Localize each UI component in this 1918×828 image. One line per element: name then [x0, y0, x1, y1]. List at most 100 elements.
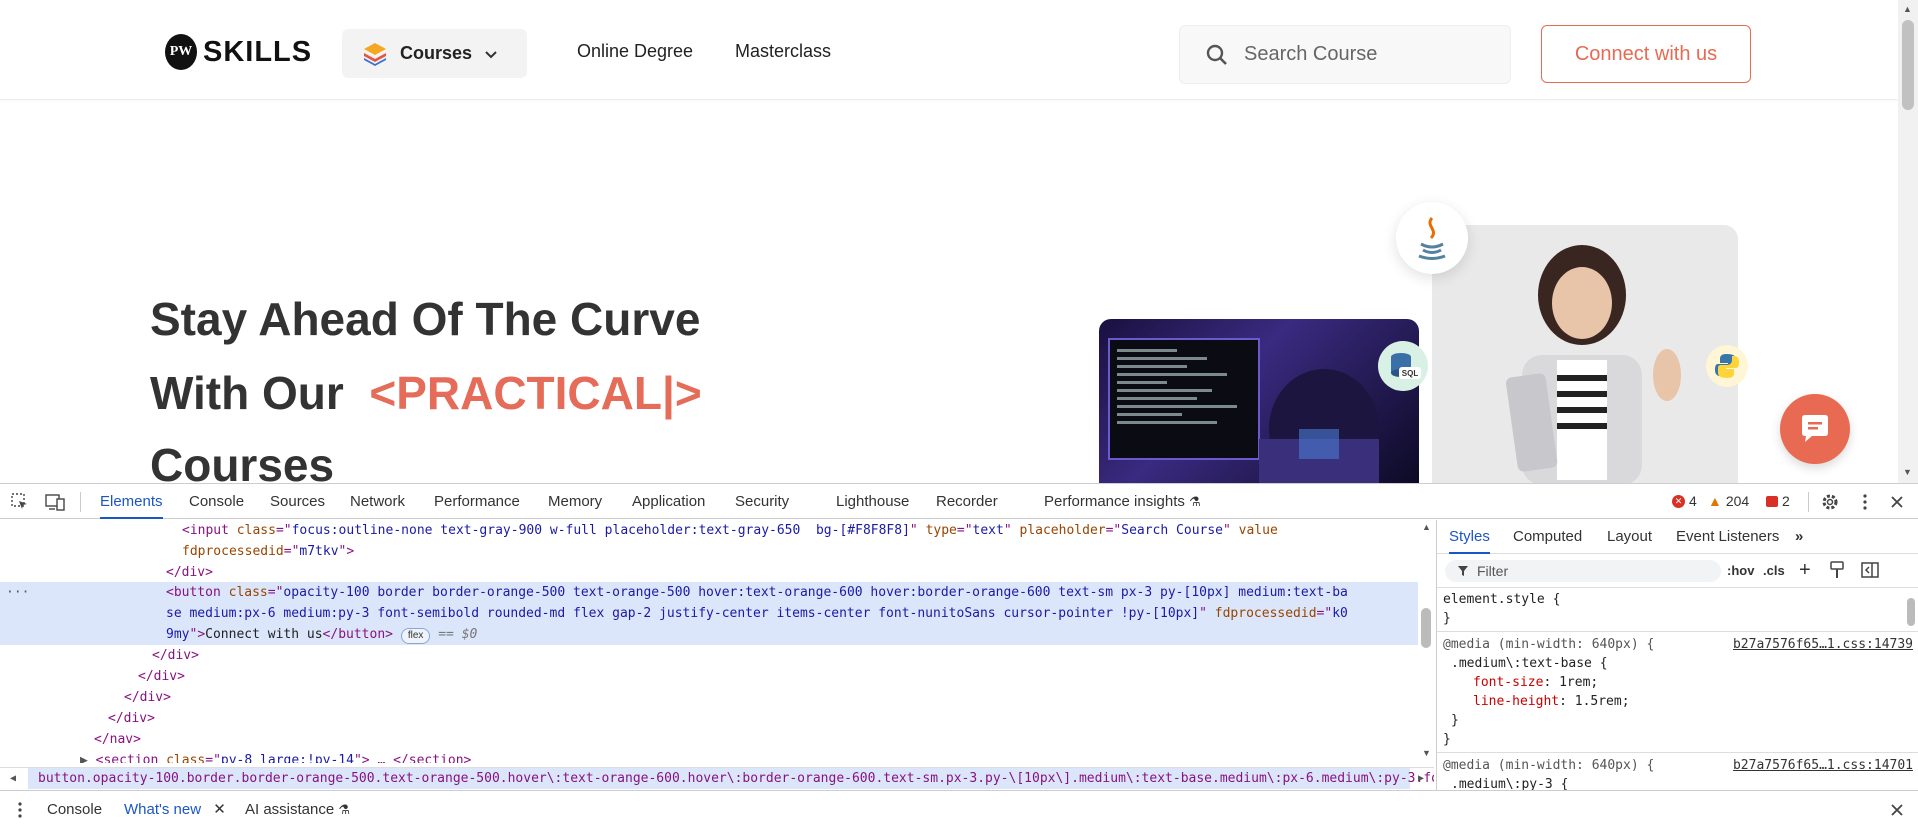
drawer-tab-whats-new[interactable]: What's new ✕	[124, 791, 226, 828]
drawer-tab-ai-assistance[interactable]: AI assistance ⚗	[245, 791, 350, 828]
settings-gear-icon[interactable]	[1820, 492, 1840, 512]
dom-scroll-down-icon[interactable]: ▼	[1422, 748, 1431, 758]
tab-event-listeners[interactable]: Event Listeners	[1676, 520, 1779, 554]
cls-toggle[interactable]: .cls	[1763, 563, 1785, 578]
breadcrumb-right-arrow-icon[interactable]: ▶	[1418, 768, 1424, 789]
flex-badge[interactable]: flex	[400, 628, 431, 644]
tab-recorder[interactable]: Recorder	[936, 484, 998, 519]
dom-line-button-text[interactable]: 9my">Connect with us</button> flex == $0	[166, 624, 1418, 645]
tab-elements[interactable]: Elements	[100, 484, 163, 519]
chevron-down-icon	[485, 50, 497, 58]
dom-line-close-div-1[interactable]: </div>	[166, 562, 1418, 583]
java-logo-icon	[1396, 202, 1468, 274]
styles-scrollbar[interactable]	[1904, 588, 1918, 790]
dom-button-class-1: opacity-100 border border-orange-500 tex…	[283, 585, 1348, 600]
close-drawer-icon[interactable]	[1887, 800, 1907, 820]
coding-monitor-image	[1099, 319, 1419, 483]
dom-input-class: focus:outline-none text-gray-900 w-full …	[291, 523, 910, 538]
toggle-sidebar-icon[interactable]	[1861, 561, 1879, 584]
dom-line-section[interactable]: ▶ <section class="py-8 large:!py-14"> … …	[80, 750, 1418, 763]
hero-line-1: Stay Ahead Of The Curve	[150, 293, 701, 345]
more-options-icon[interactable]	[1855, 492, 1875, 512]
dom-line-close-div-5[interactable]: </div>	[108, 708, 1418, 729]
breadcrumb-left-arrow-icon[interactable]: ◀	[10, 768, 16, 789]
source-link-1[interactable]: b27a7576f65…1.css:14739	[1733, 635, 1913, 654]
dom-line-input[interactable]: <input class="focus:outline-none text-gr…	[182, 520, 1418, 541]
filter-funnel-icon	[1458, 566, 1468, 576]
logo-text: SKILLS	[203, 35, 313, 68]
flask-icon: ⚗	[1189, 494, 1201, 509]
dollar-zero-label: == $0	[438, 627, 478, 642]
dom-line-close-div-4[interactable]: </div>	[124, 687, 1418, 708]
drawer-menu-icon[interactable]	[10, 800, 30, 820]
tab-memory[interactable]: Memory	[548, 484, 602, 519]
scroll-up-arrow-icon[interactable]: ▲	[1903, 4, 1912, 14]
warning-counter[interactable]: ▲ 204	[1708, 493, 1749, 509]
tab-sources[interactable]: Sources	[270, 484, 325, 519]
nav-masterclass[interactable]: Masterclass	[735, 41, 831, 62]
selector-py-3[interactable]: .medium\:py-3 {	[1443, 775, 1913, 790]
courses-dropdown-button[interactable]: Courses	[342, 29, 527, 78]
selector-text-base[interactable]: .medium\:text-base {	[1443, 654, 1913, 673]
more-tabs-chevron-icon[interactable]: »	[1795, 520, 1803, 554]
nav-online-degree[interactable]: Online Degree	[577, 41, 693, 62]
media-close-1: }	[1443, 732, 1451, 747]
woman-with-laptop-image	[1432, 225, 1738, 483]
dom-line-close-div-2[interactable]: </div>	[152, 645, 1418, 666]
page-scrollbar-thumb[interactable]	[1902, 20, 1914, 110]
dom-line-close-div-3[interactable]: </div>	[138, 666, 1418, 687]
drawer-tab-console[interactable]: Console	[47, 791, 102, 828]
tab-network[interactable]: Network	[350, 484, 405, 519]
warning-icon: ▲	[1708, 493, 1722, 509]
drawer-tab-ai-assistance-label: AI assistance	[245, 801, 335, 818]
dom-button-fdid-2: 9my	[166, 627, 190, 642]
prop-font-size[interactable]: font-size: 1rem;	[1443, 673, 1913, 692]
styles-filter-bar: Filter :hov .cls +	[1437, 554, 1918, 588]
search-box[interactable]	[1179, 25, 1511, 84]
tab-performance-insights[interactable]: Performance insights ⚗	[1044, 484, 1201, 519]
dom-line-close-nav[interactable]: </nav>	[94, 729, 1418, 750]
inspect-element-icon[interactable]	[10, 492, 30, 512]
tab-styles[interactable]: Styles	[1449, 520, 1490, 554]
hero-line-3: Courses	[150, 439, 335, 483]
dom-line-button-class-cont[interactable]: se medium:px-6 medium:py-3 font-semibold…	[166, 603, 1418, 624]
tab-performance[interactable]: Performance	[434, 484, 520, 519]
dom-line-input-fdid[interactable]: fdprocessedid="m7tkv">	[182, 541, 1418, 562]
styles-filter-input[interactable]: Filter	[1445, 560, 1721, 582]
styles-sidebar: Styles Computed Layout Event Listeners »…	[1436, 520, 1918, 790]
tab-layout[interactable]: Layout	[1607, 520, 1652, 554]
add-style-rule-icon[interactable]: +	[1799, 559, 1811, 582]
site-logo[interactable]: PW SKILLS	[165, 34, 312, 70]
hov-toggle[interactable]: :hov	[1727, 563, 1754, 578]
tab-lighthouse[interactable]: Lighthouse	[836, 484, 909, 519]
close-devtools-icon[interactable]	[1887, 492, 1907, 512]
breadcrumb-selector[interactable]: button.opacity-100.border.border-orange-…	[38, 771, 1434, 786]
webpage-viewport: PW SKILLS Courses Online Degree Mastercl…	[0, 0, 1918, 483]
page-scrollbar[interactable]: ▲ ▼	[1898, 0, 1918, 483]
tab-computed[interactable]: Computed	[1513, 520, 1582, 554]
issues-icon	[1766, 495, 1778, 507]
paint-brush-icon[interactable]	[1829, 561, 1845, 584]
connect-with-us-button[interactable]: Connect with us	[1541, 25, 1751, 83]
search-course-input[interactable]	[1244, 43, 1484, 66]
prop-line-height[interactable]: line-height: 1.5rem;	[1443, 692, 1913, 711]
element-breadcrumb: ◀ button.opacity-100.border.border-orang…	[0, 767, 1434, 789]
element-style-rule[interactable]: element.style {	[1443, 590, 1913, 609]
error-icon: ✕	[1672, 494, 1685, 508]
search-icon	[1206, 44, 1227, 65]
dom-line-button-open[interactable]: <button class="opacity-100 border border…	[166, 582, 1418, 603]
tab-application[interactable]: Application	[632, 484, 705, 519]
source-link-2[interactable]: b27a7576f65…1.css:14701	[1733, 756, 1913, 775]
dom-scrollbar-thumb[interactable]	[1421, 608, 1431, 648]
close-whats-new-icon[interactable]: ✕	[213, 801, 226, 818]
device-toolbar-icon[interactable]	[45, 492, 65, 512]
dom-scroll-up-icon[interactable]: ▲	[1422, 522, 1431, 532]
scroll-down-arrow-icon[interactable]: ▼	[1903, 467, 1912, 477]
chat-support-button[interactable]	[1780, 394, 1850, 464]
issues-counter[interactable]: 2	[1766, 493, 1790, 509]
dom-scrollbar[interactable]: ▲ ▼	[1418, 520, 1434, 763]
error-counter[interactable]: ✕ 4	[1672, 493, 1697, 509]
styles-scrollbar-thumb[interactable]	[1907, 598, 1915, 626]
tab-security[interactable]: Security	[735, 484, 789, 519]
tab-console[interactable]: Console	[189, 484, 244, 519]
